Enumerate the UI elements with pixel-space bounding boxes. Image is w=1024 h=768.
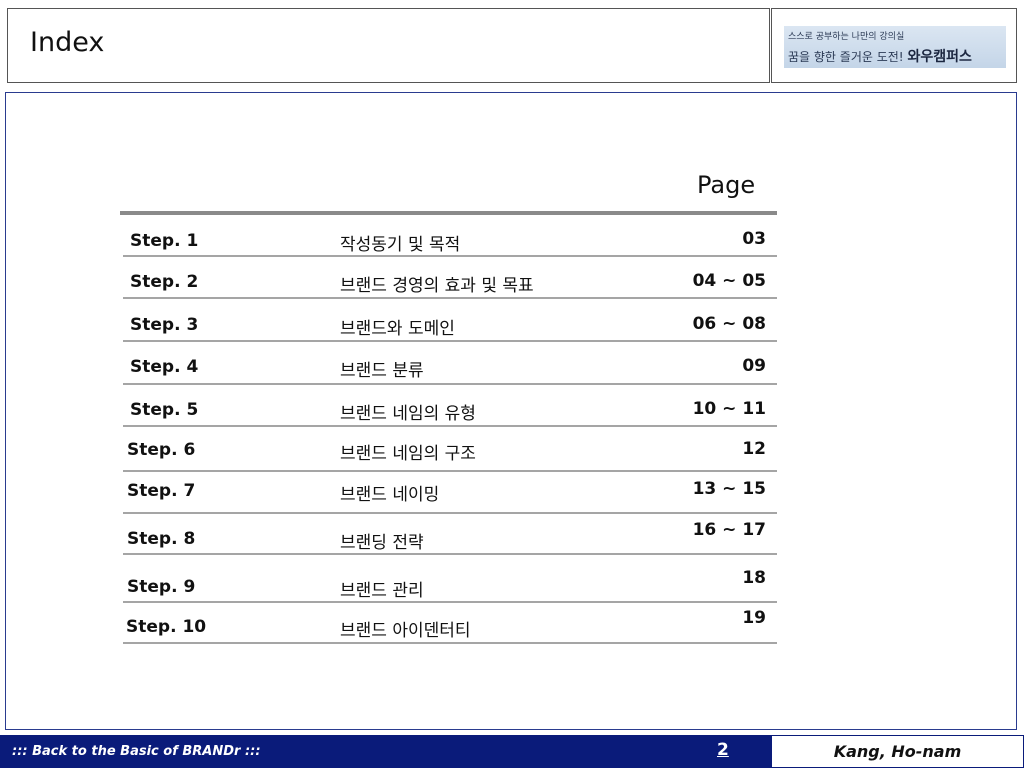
toc-step-label: Step. 10 xyxy=(126,617,207,637)
toc-item-title[interactable]: 브랜딩 전략 xyxy=(340,528,424,553)
toc-row-divider xyxy=(123,470,777,472)
toc-row-divider xyxy=(123,340,777,342)
toc-row-divider xyxy=(123,512,777,514)
toc-row-divider xyxy=(123,255,777,257)
toc-step-label: Step. 8 xyxy=(127,529,196,549)
logo-box: 스스로 공부하는 나만의 강의실 꿈을 향한 즐거운 도전! 와우캠퍼스 xyxy=(771,8,1017,83)
toc-item-title[interactable]: 브랜드 경영의 효과 및 목표 xyxy=(340,271,534,296)
page-column-heading: Page xyxy=(697,171,756,199)
toc-item-title[interactable]: 브랜드와 도메인 xyxy=(340,314,455,339)
toc-item-title[interactable]: 브랜드 관리 xyxy=(340,576,424,601)
toc-step-label: Step. 9 xyxy=(127,577,196,597)
toc-page-range: 03 xyxy=(742,229,766,249)
toc-item-title[interactable]: 브랜드 네임의 유형 xyxy=(340,399,476,424)
page-title: Index xyxy=(30,27,105,58)
footer-author: Kang, Ho-nam xyxy=(833,742,962,761)
toc-page-range: 19 xyxy=(742,608,766,628)
toc-step-label: Step. 3 xyxy=(130,315,199,335)
toc-page-range: 04 ~ 05 xyxy=(692,271,766,291)
toc-item-title[interactable]: 브랜드 네임의 구조 xyxy=(340,439,476,464)
toc-step-label: Step. 7 xyxy=(127,481,196,501)
toc-step-label: Step. 4 xyxy=(130,357,199,377)
toc-item-title[interactable]: 브랜드 분류 xyxy=(340,356,424,381)
toc-step-label: Step. 5 xyxy=(130,400,199,420)
toc-step-label: Step. 2 xyxy=(130,272,199,292)
toc-page-range: 09 xyxy=(742,356,766,376)
logo-brand: 와우캠퍼스 xyxy=(907,49,972,65)
logo-tagline: 스스로 공부하는 나만의 강의실 xyxy=(788,32,905,42)
toc-item-title[interactable]: 작성동기 및 목적 xyxy=(340,230,460,255)
table-top-rule xyxy=(120,211,777,215)
footer-author-box: Kang, Ho-nam xyxy=(771,735,1024,768)
toc-page-range: 06 ~ 08 xyxy=(692,314,766,334)
toc-page-range: 18 xyxy=(742,568,766,588)
toc-page-range: 13 ~ 15 xyxy=(692,479,766,499)
logo-slogan: 꿈을 향한 즐거운 도전! 와우캠퍼스 xyxy=(788,46,972,66)
toc-step-label: Step. 6 xyxy=(127,440,196,460)
toc-row-divider xyxy=(123,553,777,555)
toc-page-range: 16 ~ 17 xyxy=(692,520,766,540)
toc-row-divider xyxy=(123,601,777,603)
toc-row-divider xyxy=(123,297,777,299)
toc-row-divider xyxy=(123,425,777,427)
toc-step-label: Step. 1 xyxy=(130,231,199,251)
logo-slogan-text: 꿈을 향한 즐거운 도전! xyxy=(788,50,904,64)
toc-page-range: 10 ~ 11 xyxy=(692,399,766,419)
toc-item-title[interactable]: 브랜드 아이덴터티 xyxy=(340,616,471,641)
toc-row-divider xyxy=(123,642,777,644)
footer-page-number[interactable]: 2 xyxy=(717,740,729,760)
footer-bar: ::: Back to the Basic of BRANDr ::: 2 xyxy=(0,735,771,768)
campus-logo: 스스로 공부하는 나만의 강의실 꿈을 향한 즐거운 도전! 와우캠퍼스 xyxy=(784,26,1006,68)
toc-item-title[interactable]: 브랜드 네이밍 xyxy=(340,480,439,505)
footer-tagline: ::: Back to the Basic of BRANDr ::: xyxy=(12,744,261,759)
header-box: Index xyxy=(7,8,770,83)
toc-page-range: 12 xyxy=(742,439,766,459)
toc-row-divider xyxy=(123,383,777,385)
